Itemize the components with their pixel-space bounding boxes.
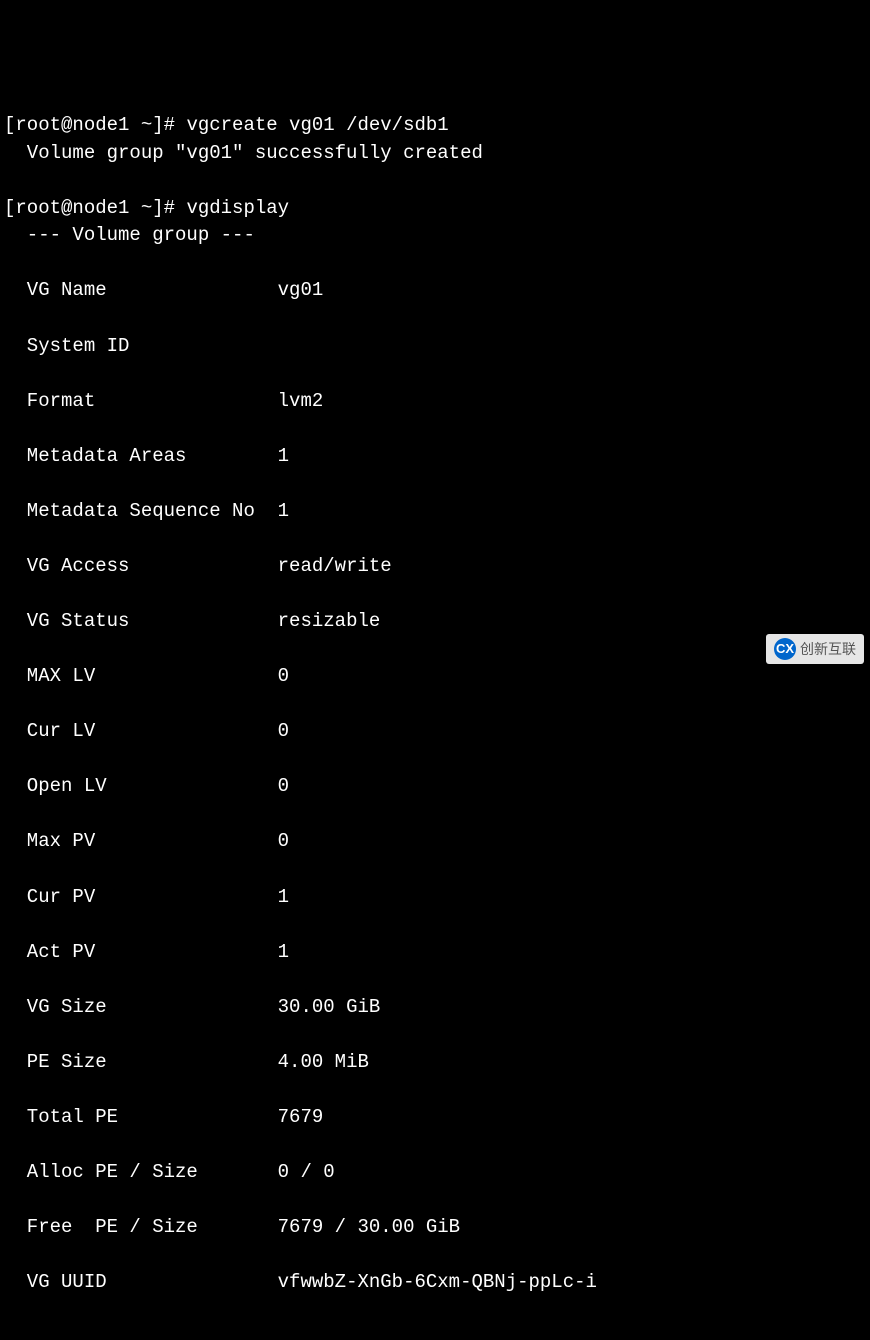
command-text: vgdisplay	[186, 197, 289, 219]
field-value: 0	[278, 665, 289, 687]
field-value: 4.00 MiB	[278, 1051, 369, 1073]
field-label: VG UUID	[4, 1271, 278, 1293]
watermark-text: 创新互联	[800, 639, 856, 659]
field-value: 0	[278, 830, 289, 852]
field-value: vg01	[278, 279, 324, 301]
field-value: lvm2	[278, 390, 324, 412]
command-text: vgcreate vg01 /dev/sdb1	[186, 114, 448, 136]
field-label: VG Size	[4, 996, 278, 1018]
field-value: 0	[278, 720, 289, 742]
terminal-output[interactable]: [root@node1 ~]# vgcreate vg01 /dev/sdb1 …	[4, 112, 866, 1297]
field-value: 7679 / 30.00 GiB	[278, 1216, 460, 1238]
field-label: VG Name	[4, 279, 278, 301]
field-label: VG Status	[4, 610, 278, 632]
shell-prompt: [root@node1 ~]#	[4, 114, 186, 136]
field-label: MAX LV	[4, 665, 278, 687]
field-label: Metadata Sequence No	[4, 500, 278, 522]
field-label: PE Size	[4, 1051, 278, 1073]
field-label: Max PV	[4, 830, 278, 852]
field-value: 0	[278, 775, 289, 797]
field-value: 1	[278, 941, 289, 963]
field-value: read/write	[278, 555, 392, 577]
field-label: Alloc PE / Size	[4, 1161, 278, 1183]
field-value: resizable	[278, 610, 381, 632]
field-value: 7679	[278, 1106, 324, 1128]
field-label: Free PE / Size	[4, 1216, 278, 1238]
field-label: Metadata Areas	[4, 445, 278, 467]
field-value: vfwwbZ-XnGb-6Cxm-QBNj-ppLc-i	[278, 1271, 597, 1293]
field-value: 1	[278, 886, 289, 908]
field-value: 30.00 GiB	[278, 996, 381, 1018]
field-label: Cur LV	[4, 720, 278, 742]
field-label: Cur PV	[4, 886, 278, 908]
field-value: 1	[278, 445, 289, 467]
field-label: Total PE	[4, 1106, 278, 1128]
field-label: Format	[4, 390, 278, 412]
field-label: System ID	[4, 335, 278, 357]
watermark-icon: CX	[774, 638, 796, 660]
shell-prompt: [root@node1 ~]#	[4, 197, 186, 219]
field-label: Open LV	[4, 775, 278, 797]
field-label: Act PV	[4, 941, 278, 963]
output-header: --- Volume group ---	[4, 222, 866, 250]
field-label: VG Access	[4, 555, 278, 577]
output-line: Volume group "vg01" successfully created	[4, 140, 866, 168]
field-value: 1	[278, 500, 289, 522]
watermark-badge: CX 创新互联	[766, 634, 864, 664]
field-value: 0 / 0	[278, 1161, 335, 1183]
